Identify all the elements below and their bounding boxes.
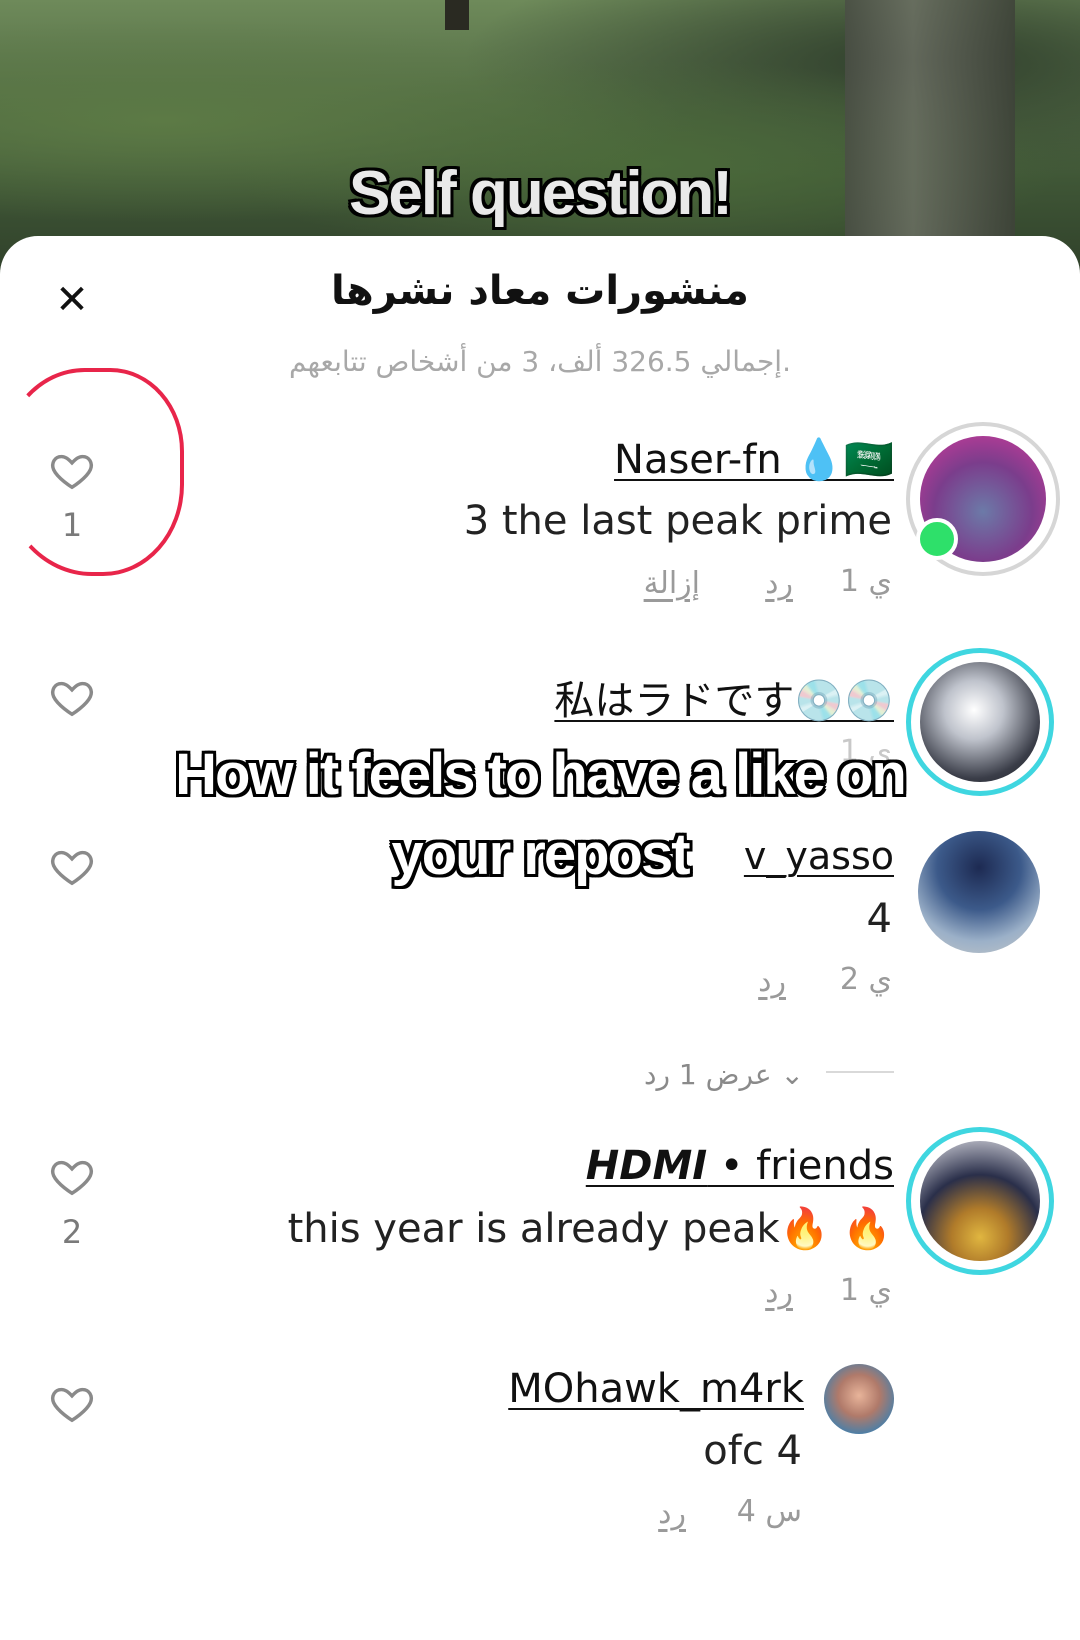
comment-time: 4 س	[736, 1494, 802, 1529]
sheet-subtitle: إجمالي 326.5 ألف، 3 من أشخاص تتابعهم.	[289, 345, 791, 378]
like-count: 1	[61, 506, 83, 544]
comment-text: 3 the last peak prime	[463, 498, 892, 544]
reply-button[interactable]: رد	[765, 566, 793, 601]
like-count: 2	[61, 1213, 83, 1251]
comment-time: 2 ي	[839, 962, 892, 997]
comment-username[interactable]: v_yasso	[744, 834, 894, 878]
like-heart-icon[interactable]	[49, 674, 95, 720]
video-caption: How it feels to have a like on your repo…	[0, 735, 1080, 895]
sheet-title: منشورات معاد نشرها	[331, 268, 749, 314]
comment-username[interactable]: Naser-fn 💧🇸🇦	[614, 436, 894, 483]
reply-button[interactable]: رد	[758, 964, 786, 999]
username-italic-part: HDMI	[585, 1143, 708, 1189]
avatar[interactable]	[918, 831, 1040, 953]
like-heart-icon[interactable]	[49, 447, 95, 493]
reply-button[interactable]: رد	[765, 1275, 793, 1310]
comment-time: 1 ي	[839, 564, 892, 599]
tree-trunk	[445, 0, 469, 30]
comment-text: 4	[866, 896, 892, 942]
caption-line: How it feels to have a like on	[175, 742, 907, 807]
comment-text: this year is already peak🔥 🔥	[287, 1206, 892, 1252]
divider-line	[826, 1071, 894, 1073]
view-replies-label: عرض 1 رد	[643, 1058, 772, 1091]
like-heart-icon[interactable]	[49, 1380, 95, 1426]
username-rest: • friends	[707, 1143, 894, 1189]
avatar[interactable]	[920, 1141, 1040, 1261]
comment-username[interactable]: HDMI • friends	[586, 1143, 894, 1189]
reply-button[interactable]: رد	[658, 1496, 686, 1531]
view-replies-button[interactable]: عرض 1 رد ⌄	[644, 1058, 804, 1091]
comment-time: 1 ي	[839, 1273, 892, 1308]
video-overlay-text: Self question!	[349, 159, 733, 228]
comment-username[interactable]: 私はラドです💿💿	[554, 668, 894, 726]
like-heart-icon[interactable]	[49, 1153, 95, 1199]
avatar[interactable]	[824, 1364, 894, 1434]
comment-text: ofc 4	[703, 1428, 802, 1474]
online-status-dot	[916, 518, 958, 560]
chevron-down-icon: ⌄	[780, 1058, 804, 1091]
like-heart-icon[interactable]	[49, 843, 95, 889]
comment-username[interactable]: MOhawk_m4rk	[508, 1366, 804, 1412]
remove-button[interactable]: إزالة	[644, 566, 700, 601]
